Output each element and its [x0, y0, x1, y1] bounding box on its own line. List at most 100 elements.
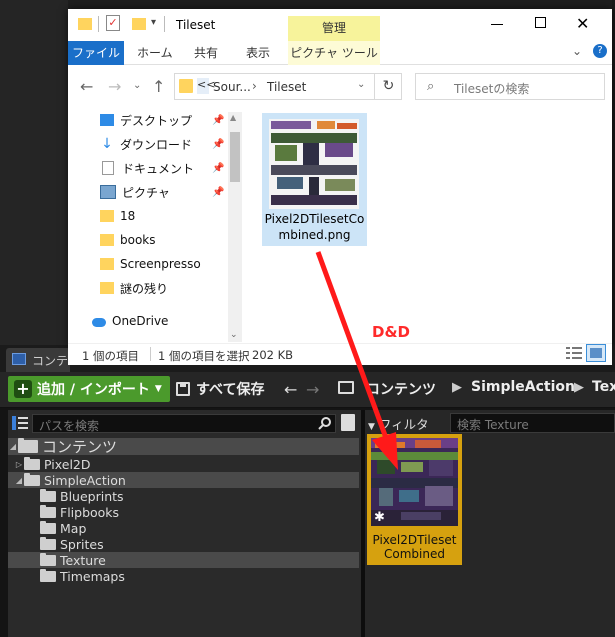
dropdown-arrow-icon: ▼ — [154, 384, 162, 394]
asset-search-input[interactable]: 検索 Texture — [450, 413, 615, 433]
breadcrumb-separator-icon[interactable]: ▶ — [574, 380, 584, 395]
tab-share[interactable]: 共有 — [194, 41, 218, 65]
save-all-button[interactable]: すべて保存 — [176, 376, 276, 402]
expanded-arrow-icon: ◢ — [15, 475, 23, 485]
tree-item-simpleaction[interactable]: ◢ SimpleAction — [8, 472, 359, 488]
nav-item-pictures[interactable]: ピクチャ — [100, 182, 170, 202]
scroll-up-icon[interactable]: ▲ — [230, 113, 236, 122]
folder-icon — [179, 79, 193, 93]
tree-item-pixel2d[interactable]: ▷ Pixel2D — [14, 456, 365, 472]
window-title: Tileset — [176, 18, 216, 32]
save-icon — [176, 382, 190, 396]
title-divider — [164, 16, 165, 32]
nav-item-books[interactable]: books — [100, 230, 156, 250]
folder-icon — [78, 18, 92, 30]
qat-divider — [98, 16, 99, 32]
tree-item-map[interactable]: Map — [40, 520, 359, 536]
folder-icon — [40, 504, 56, 518]
nav-scroll-thumb[interactable] — [230, 132, 240, 182]
back-arrow-icon[interactable]: ← — [284, 380, 297, 399]
tab-manage[interactable]: 管理 — [288, 16, 380, 41]
nav-item-onedrive[interactable]: OneDrive — [92, 311, 168, 331]
tree-item-flipbooks[interactable]: Flipbooks — [40, 504, 359, 520]
tab-file[interactable]: ファイル — [68, 41, 124, 65]
recent-locations-icon[interactable]: ⌄ — [133, 80, 141, 91]
details-view-icon[interactable] — [566, 346, 582, 360]
folder-icon — [100, 258, 114, 270]
cloud-icon — [92, 318, 106, 327]
add-import-button[interactable]: + 追加 / インポート ▼ — [8, 376, 170, 402]
address-overflow-button[interactable]: << — [197, 78, 215, 94]
breadcrumb-texture[interactable]: Tex — [592, 379, 615, 395]
expanded-arrow-icon: ◢ — [9, 442, 17, 451]
nav-item-downloads[interactable]: ↓ ダウンロード — [100, 134, 192, 154]
status-item-count: 1 個の項目 — [82, 349, 139, 363]
close-icon[interactable]: ✕ — [576, 14, 589, 33]
asset-name: Pixel2DTileset Combined — [372, 533, 457, 561]
tree-item-sprites[interactable]: Sprites — [40, 536, 359, 552]
address-crumb-tileset[interactable]: Tileset — [267, 80, 306, 94]
chevron-right-icon[interactable]: › — [252, 79, 257, 93]
tree-item-timemaps[interactable]: Timemaps — [40, 568, 359, 584]
nav-item-18[interactable]: 18 — [100, 206, 135, 226]
folder-icon — [24, 456, 40, 470]
folder-icon — [338, 381, 354, 394]
tab-view[interactable]: 表示 — [246, 41, 270, 65]
large-icons-view-icon[interactable] — [586, 344, 606, 362]
image-thumbnail — [269, 119, 359, 209]
pictures-icon — [100, 185, 116, 199]
nav-item-desktop[interactable]: デスクトップ — [100, 110, 192, 130]
forward-arrow-icon[interactable]: → — [108, 77, 121, 96]
save-all-label: すべて保存 — [196, 382, 265, 398]
pin-icon[interactable]: 📌 — [212, 139, 224, 150]
sources-toggle-icon[interactable] — [12, 416, 28, 430]
breadcrumb-content[interactable]: コンテンツ — [366, 379, 436, 399]
tree-item-blueprints[interactable]: Blueprints — [40, 488, 359, 504]
nav-item-documents[interactable]: ドキュメント — [100, 158, 194, 178]
tab-home[interactable]: ホーム — [137, 41, 173, 65]
filter-button[interactable]: ▼ フィルタ — [368, 414, 444, 433]
status-selected-size: 202 KB — [252, 348, 294, 362]
back-arrow-icon[interactable]: ← — [80, 77, 93, 96]
help-icon[interactable]: ? — [593, 44, 607, 58]
pin-icon[interactable]: 📌 — [212, 163, 224, 174]
properties-icon[interactable]: ✓ — [106, 15, 120, 31]
desktop-icon — [100, 114, 114, 126]
tree-item-content-root[interactable]: ◢ コンテンツ — [8, 438, 359, 456]
tree-item-texture[interactable]: Texture — [8, 552, 359, 568]
breadcrumb-simpleaction[interactable]: SimpleAction — [471, 379, 575, 395]
folder-icon — [40, 568, 56, 582]
nav-item-screenpresso[interactable]: Screenpresso — [100, 254, 201, 274]
folder-icon — [100, 282, 114, 294]
refresh-icon[interactable]: ↻ — [374, 74, 402, 99]
path-search-input[interactable]: パスを検索 — [32, 414, 336, 433]
search-input[interactable]: Tilesetの検索 — [415, 73, 605, 100]
folder-open-icon — [24, 472, 40, 486]
maximize-icon[interactable] — [535, 17, 546, 28]
folder-icon — [40, 536, 56, 550]
plus-icon: + — [14, 380, 32, 398]
search-icon: ⌕ — [427, 79, 435, 94]
tab-picture-tools[interactable]: ピクチャ ツール — [288, 41, 380, 65]
new-folder-icon[interactable] — [132, 18, 146, 30]
add-import-label: 追加 / インポート — [37, 382, 150, 398]
forward-arrow-icon[interactable]: → — [306, 380, 319, 399]
address-crumb-source[interactable]: Sour... — [213, 80, 251, 94]
folder-icon — [40, 488, 56, 502]
qat-customize-icon[interactable]: ▾ — [151, 17, 156, 28]
up-arrow-icon[interactable]: ↑ — [152, 77, 165, 96]
nav-item-nazo[interactable]: 謎の残り — [100, 278, 168, 298]
collapsed-arrow-icon: ▷ — [15, 459, 23, 469]
folder-icon — [40, 552, 56, 566]
chevron-down-icon[interactable]: ⌄ — [572, 44, 582, 58]
minimize-icon[interactable] — [491, 18, 505, 30]
address-dropdown-icon[interactable]: ⌄ — [357, 79, 365, 90]
breadcrumb-separator-icon[interactable]: ▶ — [452, 380, 462, 395]
file-name: Pixel2DTilesetCo mbined.png — [264, 212, 365, 242]
content-browser-tab-label: コンテ — [32, 354, 69, 368]
scroll-down-icon[interactable]: ⌄ — [230, 330, 238, 340]
status-divider — [150, 347, 151, 361]
pin-icon[interactable]: 📌 — [212, 187, 224, 198]
view-options-icon[interactable] — [341, 414, 355, 431]
pin-icon[interactable]: 📌 — [212, 115, 224, 126]
